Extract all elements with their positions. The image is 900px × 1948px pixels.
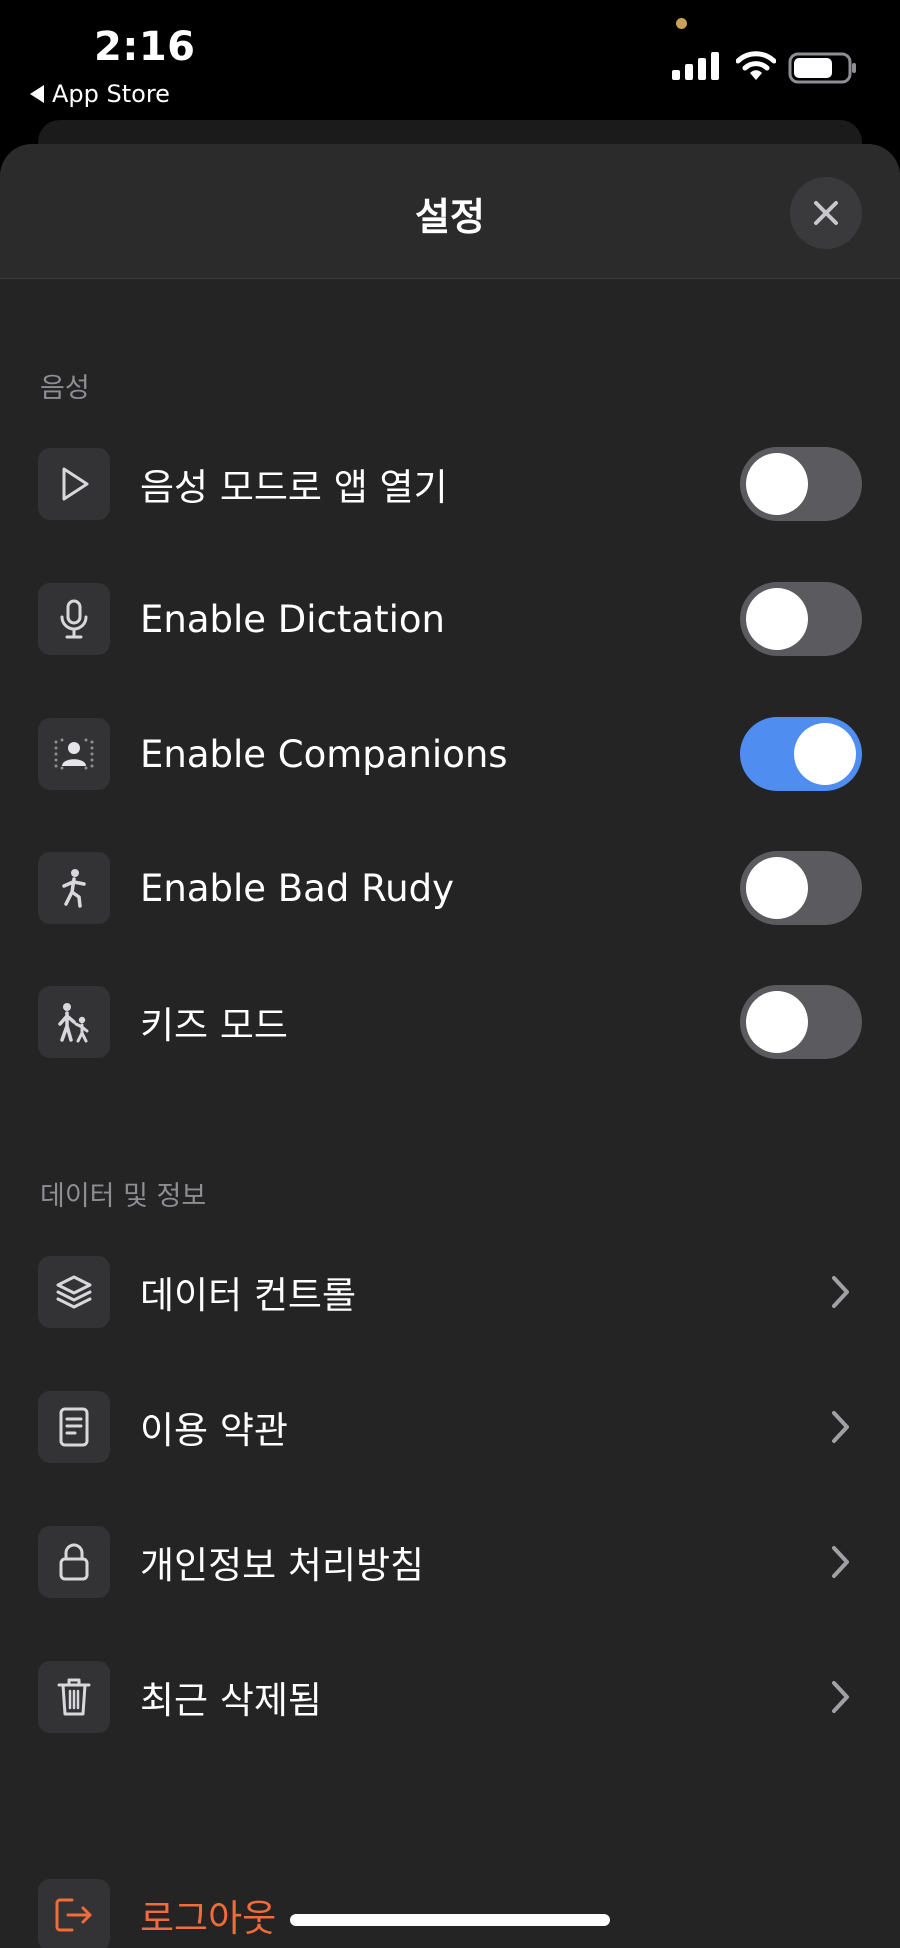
trash-icon bbox=[38, 1661, 110, 1733]
sheet-header: 설정 bbox=[0, 144, 900, 279]
logout-icon bbox=[38, 1879, 110, 1948]
settings-row-privacy-policy[interactable]: 개인정보 처리방침 bbox=[38, 1524, 862, 1600]
section-label-data: 데이터 및 정보 bbox=[40, 1181, 207, 1212]
back-app-label: App Store bbox=[52, 80, 170, 108]
settings-sheet: 설정 음성 음성 모드로 앱 열기 Enable Dictation Enabl… bbox=[0, 144, 900, 1948]
logout-button[interactable]: 로그아웃 bbox=[38, 1877, 862, 1948]
settings-row-data-controls[interactable]: 데이터 컨트롤 bbox=[38, 1254, 862, 1330]
settings-row-label: Enable Companions bbox=[140, 732, 508, 776]
close-button[interactable] bbox=[790, 177, 862, 249]
settings-row-recently-deleted[interactable]: 최근 삭제됨 bbox=[38, 1659, 862, 1735]
companions-toggle[interactable] bbox=[740, 717, 862, 791]
voice-mode-toggle[interactable] bbox=[740, 447, 862, 521]
settings-row-dictation[interactable]: Enable Dictation bbox=[38, 581, 862, 657]
settings-row-label: Enable Bad Rudy bbox=[140, 866, 454, 910]
battery-icon bbox=[788, 52, 856, 84]
settings-row-companions[interactable]: Enable Companions bbox=[38, 716, 862, 792]
settings-row-label: 음성 모드로 앱 열기 bbox=[140, 466, 448, 509]
wifi-icon bbox=[736, 51, 776, 80]
settings-row-kids-mode[interactable]: 키즈 모드 bbox=[38, 984, 862, 1060]
settings-row-label: 최근 삭제됨 bbox=[140, 1679, 322, 1722]
chevron-right-icon bbox=[818, 1675, 862, 1719]
settings-row-label: 이용 약관 bbox=[140, 1409, 288, 1452]
dictation-toggle[interactable] bbox=[740, 582, 862, 656]
person-spotlight-icon bbox=[38, 718, 110, 790]
settings-row-voice-mode[interactable]: 음성 모드로 앱 열기 bbox=[38, 446, 862, 522]
person-walking-icon bbox=[38, 852, 110, 924]
back-to-app-store-button[interactable]: App Store bbox=[30, 80, 170, 108]
parent-child-icon bbox=[38, 986, 110, 1058]
status-time: 2:16 bbox=[94, 24, 196, 70]
chevron-right-icon bbox=[818, 1405, 862, 1449]
cellular-signal-icon bbox=[672, 52, 719, 80]
close-icon bbox=[814, 201, 838, 225]
home-indicator[interactable] bbox=[290, 1914, 610, 1926]
document-icon bbox=[38, 1391, 110, 1463]
chevron-right-icon bbox=[818, 1270, 862, 1314]
settings-row-label: 데이터 컨트롤 bbox=[140, 1274, 357, 1317]
settings-row-label: 개인정보 처리방침 bbox=[140, 1544, 425, 1587]
chevron-right-icon bbox=[818, 1540, 862, 1584]
kids-mode-toggle[interactable] bbox=[740, 985, 862, 1059]
settings-row-bad-rudy[interactable]: Enable Bad Rudy bbox=[38, 850, 862, 926]
settings-row-label: 키즈 모드 bbox=[140, 1004, 288, 1047]
status-bar: 2:16 App Store bbox=[0, 0, 900, 120]
settings-row-terms[interactable]: 이용 약관 bbox=[38, 1389, 862, 1465]
layers-icon bbox=[38, 1256, 110, 1328]
bad-rudy-toggle[interactable] bbox=[740, 851, 862, 925]
microphone-icon bbox=[38, 583, 110, 655]
back-arrow-icon bbox=[30, 85, 44, 103]
play-icon bbox=[38, 448, 110, 520]
lock-icon bbox=[38, 1526, 110, 1598]
page-title: 설정 bbox=[415, 195, 485, 239]
settings-row-label: Enable Dictation bbox=[140, 597, 445, 641]
section-label-voice: 음성 bbox=[40, 373, 90, 404]
privacy-indicator-dot bbox=[676, 18, 687, 29]
